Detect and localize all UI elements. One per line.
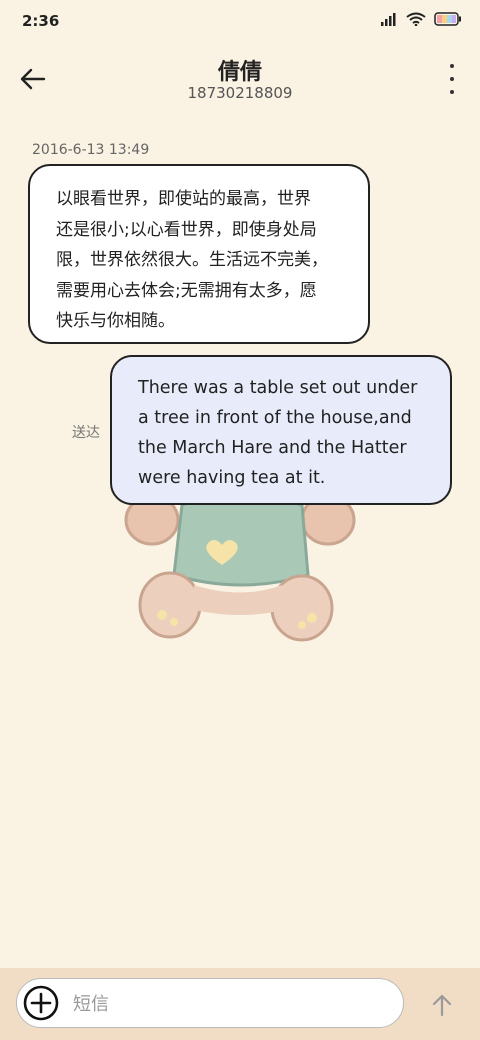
wifi-icon [406, 12, 426, 26]
more-options-button[interactable] [444, 64, 460, 94]
delivery-status: 送达 [72, 425, 100, 441]
message-line: 以眼看世界，即使站的最高，世界 [56, 189, 311, 209]
message-input[interactable] [71, 987, 395, 1021]
message-line: 限，世界依然很大。生活远不完美， [56, 250, 328, 270]
status-icons [380, 12, 462, 26]
battery-icon [434, 12, 461, 26]
contact-number: 18730218809 [187, 84, 293, 102]
composer-bar [0, 968, 480, 1040]
arrow-up-icon [432, 994, 452, 1017]
message-timestamp: 2016-6-13 13:49 [32, 142, 150, 158]
contact-name: 倩倩 [217, 60, 262, 85]
add-attachment-button[interactable] [23, 985, 59, 1021]
message-line: 快乐与你相随。 [56, 311, 175, 331]
plus-circle-icon [23, 985, 59, 1021]
message-line: were having tea at it. [138, 468, 326, 488]
bear-sticker-image [124, 493, 356, 642]
message-line: the March Hare and the Hatter [138, 438, 407, 458]
status-bar: 2:36 [0, 0, 480, 44]
message-line: 需要用心去体会;无需拥有太多，愿 [56, 280, 317, 301]
send-button[interactable] [428, 990, 456, 1020]
signal-icon [381, 13, 396, 26]
incoming-message-bubble[interactable]: 以眼看世界，即使站的最高，世界 还是很小;以心看世界，即使身处局 限，世界依然很… [28, 164, 370, 344]
outgoing-message-bubble[interactable]: There was a table set out under a tree i… [110, 355, 452, 505]
message-line: 还是很小;以心看世界，即使身处局 [56, 219, 317, 240]
more-vertical-icon [450, 64, 454, 68]
conversation-header: 倩倩 18730218809 [0, 44, 480, 114]
message-input-container [16, 978, 404, 1028]
message-line: There was a table set out under [138, 378, 418, 398]
status-time: 2:36 [22, 12, 60, 30]
message-line: a tree in front of the house,and [138, 408, 412, 428]
